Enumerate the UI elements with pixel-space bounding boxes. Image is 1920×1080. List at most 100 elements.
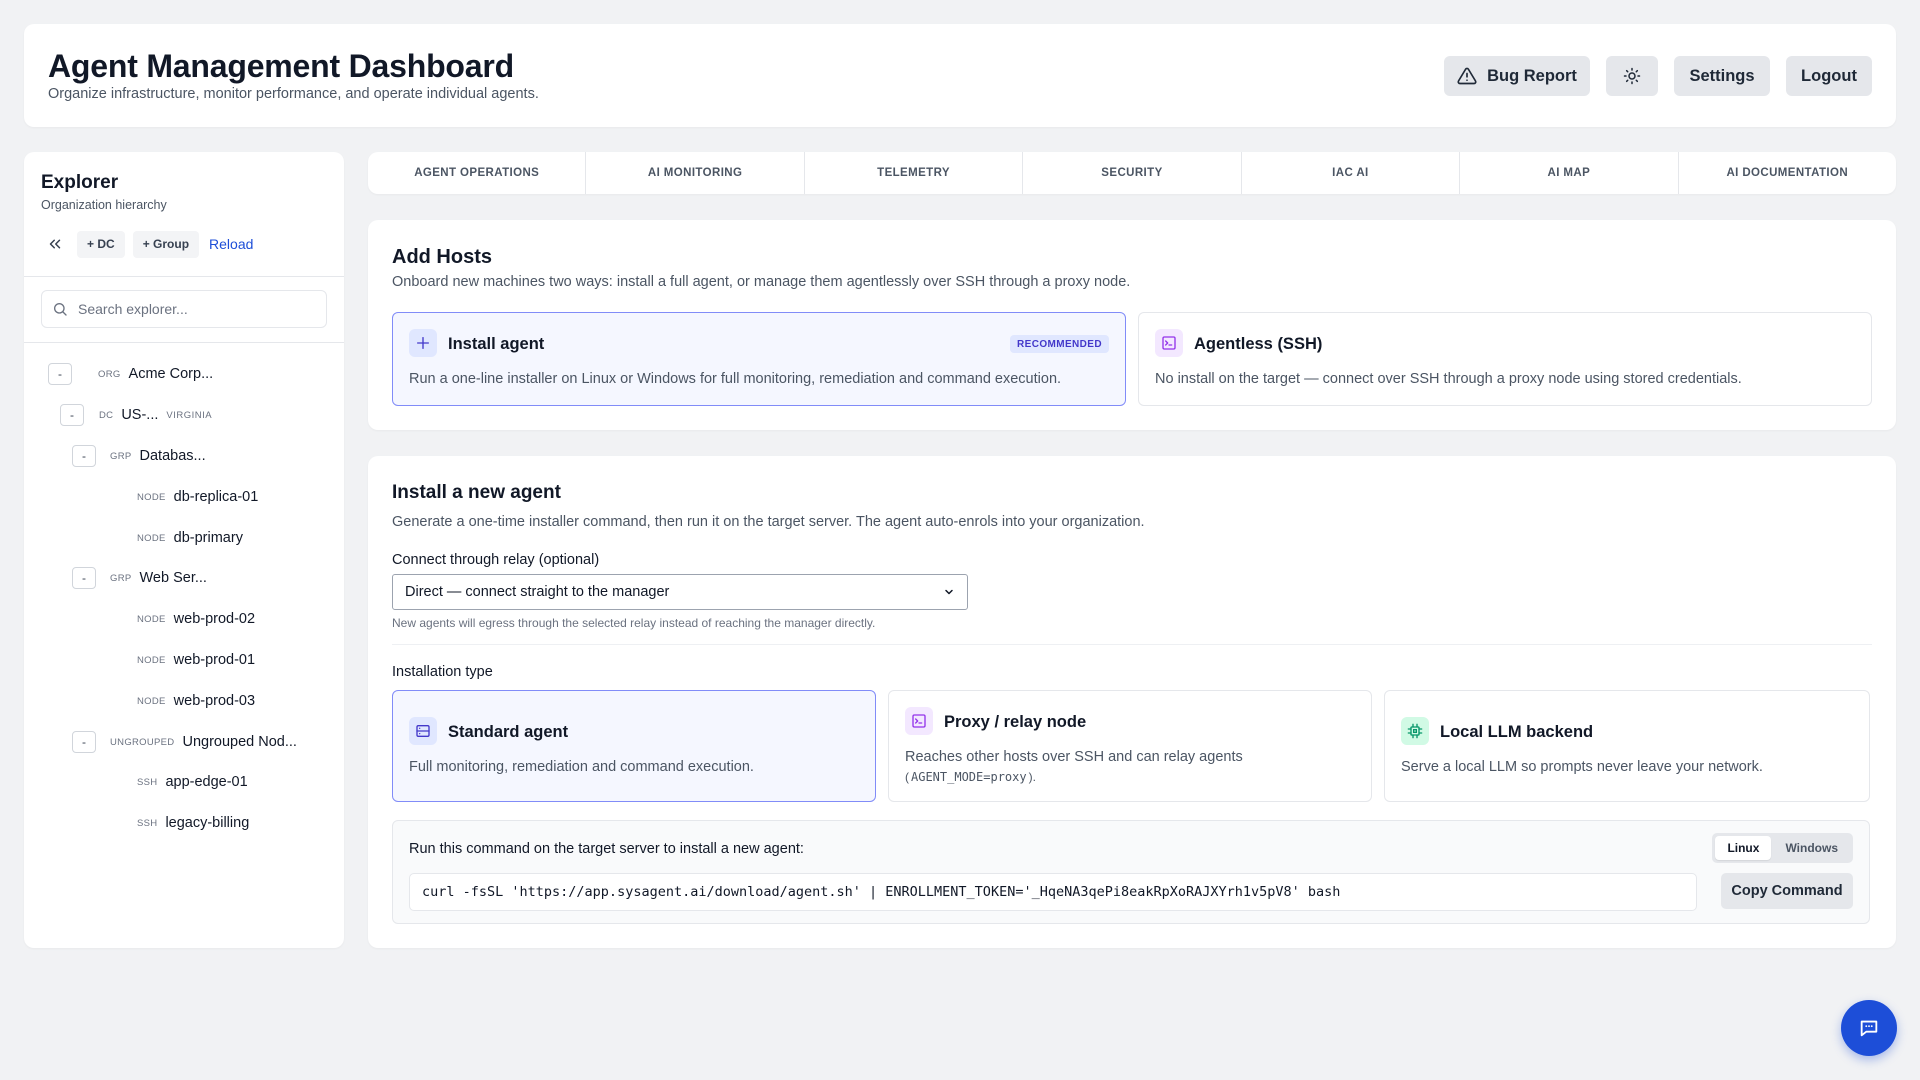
recommended-badge: RECOMMENDED (1010, 335, 1109, 353)
agentless-title: Agentless (SSH) (1194, 335, 1323, 353)
tree-item-org[interactable]: - ORG Acme Corp... (48, 362, 213, 386)
search-input[interactable] (78, 301, 308, 317)
agentless-ssh-card[interactable]: Agentless (SSH) No install on the target… (1138, 312, 1872, 406)
standard-agent-description: Full monitoring, remediation and command… (409, 759, 754, 775)
relay-select[interactable]: Direct — connect straight to the manager (392, 574, 968, 610)
tree-label: app-edge-01 (165, 774, 248, 790)
explorer-toolbar: + DC + Group Reload (41, 230, 253, 258)
tree-kind: NODE (137, 491, 166, 503)
search-icon (54, 303, 67, 316)
divider (24, 276, 344, 277)
collapse-toggle[interactable]: - (72, 731, 96, 753)
tree-kind: UNGROUPED (110, 736, 175, 748)
warning-icon (1457, 67, 1477, 85)
tree-label: Web Ser... (139, 570, 207, 586)
tree-item-group[interactable]: - GRP Web Ser... (72, 566, 207, 590)
proxy-mode-value: AGENT_MODE=proxy (911, 770, 1027, 784)
sun-icon (1623, 67, 1641, 85)
reload-link[interactable]: Reload (209, 236, 253, 252)
install-agent-panel: Install a new agent Generate a one-time … (368, 456, 1896, 948)
terminal-icon (905, 707, 933, 735)
main-tabs: AGENT OPERATIONS AI MONITORING TELEMETRY… (368, 152, 1896, 194)
tree-item-node[interactable]: NODE web-prod-03 (137, 689, 255, 713)
divider (24, 342, 344, 343)
tree-item-node[interactable]: NODE web-prod-01 (137, 648, 255, 672)
tree-kind: ORG (98, 368, 121, 380)
tree-kind: NODE (137, 532, 166, 544)
copy-command-button[interactable]: Copy Command (1721, 873, 1853, 909)
collapse-toggle[interactable]: - (72, 567, 96, 589)
installation-type-label: Installation type (392, 664, 493, 680)
tree-kind: GRP (110, 572, 132, 584)
tree-item-ssh[interactable]: SSH legacy-billing (137, 811, 249, 835)
local-llm-description: Serve a local LLM so prompts never leave… (1401, 759, 1763, 775)
os-windows-button[interactable]: Windows (1773, 836, 1850, 860)
tab-ai-monitoring[interactable]: AI MONITORING (586, 152, 805, 194)
tab-agent-operations[interactable]: AGENT OPERATIONS (368, 152, 587, 194)
collapse-toggle[interactable]: - (72, 445, 96, 467)
tab-iac-ai[interactable]: IAC AI (1242, 152, 1461, 194)
tab-ai-map[interactable]: AI MAP (1460, 152, 1679, 194)
chat-icon (1860, 1020, 1878, 1037)
collapse-toggle[interactable]: - (60, 404, 84, 426)
tree-label: db-replica-01 (173, 489, 259, 505)
relay-select-value: Direct — connect straight to the manager (405, 584, 670, 600)
install-agent-title: Install agent (448, 335, 545, 353)
page-subtitle: Organize infrastructure, monitor perform… (48, 86, 539, 102)
chevrons-left-icon (49, 239, 61, 249)
tab-ai-documentation[interactable]: AI DOCUMENTATION (1679, 152, 1896, 194)
tree-kind: NODE (137, 695, 166, 707)
add-group-button[interactable]: + Group (132, 230, 200, 258)
os-linux-button[interactable]: Linux (1715, 836, 1772, 860)
chat-button[interactable] (1841, 1000, 1897, 1056)
tree-kind: NODE (137, 613, 166, 625)
explorer-subtitle: Organization hierarchy (41, 198, 167, 212)
tree-label: legacy-billing (165, 815, 250, 831)
tree-item-group[interactable]: - GRP Databas... (72, 444, 206, 468)
local-llm-card[interactable]: Local LLM backend Serve a local LLM so p… (1384, 690, 1870, 802)
install-agent-card[interactable]: Install agent RECOMMENDED Run a one-line… (392, 312, 1126, 406)
bug-report-button[interactable]: Bug Report (1444, 56, 1590, 96)
tree-item-node[interactable]: NODE db-replica-01 (137, 485, 258, 509)
standard-agent-card[interactable]: Standard agent Full monitoring, remediat… (392, 690, 876, 802)
install-command-field[interactable]: curl -fsSL 'https://app.sysagent.ai/down… (409, 873, 1697, 911)
proxy-relay-description: Reaches other hosts over SSH and can rel… (905, 749, 1243, 765)
tree-item-ssh[interactable]: SSH app-edge-01 (137, 770, 248, 794)
install-agent-heading-description: Generate a one-time installer command, t… (392, 514, 1145, 530)
tree-location: VIRGINIA (166, 409, 213, 421)
add-hosts-title: Add Hosts (392, 246, 492, 268)
tree-label: db-primary (173, 530, 243, 546)
theme-toggle-button[interactable] (1606, 56, 1658, 96)
install-command-box: Run this command on the target server to… (392, 820, 1870, 924)
tree-label: web-prod-03 (173, 693, 256, 709)
tree-label: Databas... (139, 448, 206, 464)
standard-agent-title: Standard agent (448, 723, 569, 741)
explorer-search[interactable] (41, 290, 327, 328)
page-title: Agent Management Dashboard (48, 48, 514, 84)
page-header: Agent Management Dashboard Organize infr… (24, 24, 1896, 127)
os-toggle: Linux Windows (1712, 833, 1853, 863)
tree-item-ungrouped[interactable]: - UNGROUPED Ungrouped Nod... (72, 730, 297, 754)
divider (392, 644, 1872, 645)
collapse-sidebar-button[interactable] (41, 230, 69, 258)
tree-item-node[interactable]: NODE db-primary (137, 526, 243, 550)
add-hosts-description: Onboard new machines two ways: install a… (392, 274, 1131, 290)
logout-button[interactable]: Logout (1786, 56, 1872, 96)
collapse-toggle[interactable]: - (48, 363, 72, 385)
add-dc-button[interactable]: + DC (77, 230, 125, 258)
tree-label: US-... (121, 407, 159, 423)
tab-telemetry[interactable]: TELEMETRY (805, 152, 1024, 194)
tab-security[interactable]: SECURITY (1023, 152, 1242, 194)
explorer-title: Explorer (41, 172, 119, 193)
tree-kind: SSH (137, 817, 158, 829)
tree-item-dc[interactable]: - DC US-... VIRGINIA (60, 403, 212, 427)
tree-label: Ungrouped Nod... (182, 734, 297, 750)
tree-kind: DC (99, 409, 114, 421)
proxy-relay-card[interactable]: Proxy / relay node Reaches other hosts o… (888, 690, 1372, 802)
tree-item-node[interactable]: NODE web-prod-02 (137, 607, 255, 631)
chevron-down-icon (945, 589, 953, 595)
settings-button[interactable]: Settings (1674, 56, 1770, 96)
tree-label: Acme Corp... (128, 366, 214, 382)
cpu-icon (1401, 717, 1429, 745)
add-hosts-panel: Add Hosts Onboard new machines two ways:… (368, 220, 1896, 430)
